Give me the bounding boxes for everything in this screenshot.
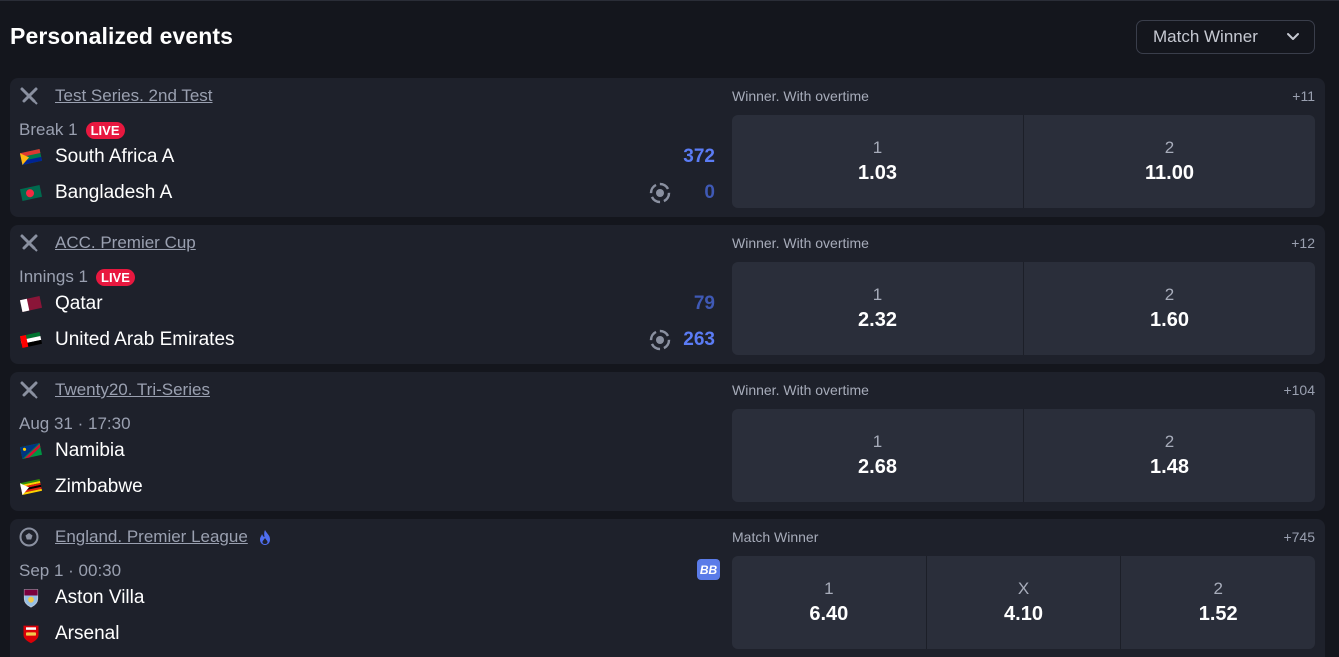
- odd-button[interactable]: 1 6.40: [732, 556, 926, 649]
- team-name: Bangladesh A: [55, 182, 173, 203]
- market-name: Winner. With overtime: [732, 88, 869, 104]
- batting-indicator-icon: [649, 182, 671, 204]
- odd-value: 1.60: [1150, 309, 1189, 331]
- odds-group: 1 1.03 2 11.00: [732, 115, 1315, 208]
- team-row: Aston Villa: [19, 585, 144, 611]
- team-name: Aston Villa: [55, 587, 145, 608]
- team-name: South Africa A: [55, 146, 175, 167]
- event-status: Sep 1 · 00:30: [19, 561, 121, 581]
- event-start-time: Sep 1 · 00:30: [19, 561, 122, 580]
- event-card[interactable]: England. Premier League Sep 1 · 00:30 BB…: [10, 519, 1325, 657]
- league-link[interactable]: England. Premier League: [55, 527, 248, 547]
- zimbabwe-flag-icon: [19, 479, 43, 495]
- south-africa-flag-icon: [19, 149, 43, 165]
- event-card[interactable]: Twenty20. Tri-Series Aug 31 · 17:30 Nami…: [10, 372, 1325, 511]
- team-score: 0: [704, 182, 715, 203]
- market-type-dropdown[interactable]: Match Winner: [1136, 20, 1315, 54]
- league-link[interactable]: ACC. Premier Cup: [55, 233, 196, 253]
- team-row: South Africa A: [19, 144, 174, 170]
- odd-label: 1: [872, 138, 883, 157]
- team-name: Arsenal: [55, 623, 120, 644]
- team-score: 372: [683, 146, 715, 167]
- event-status: Aug 31 · 17:30: [19, 414, 131, 434]
- league-link[interactable]: Test Series. 2nd Test: [55, 86, 213, 106]
- uae-flag-icon: [19, 332, 43, 348]
- odd-value: 1.48: [1150, 456, 1189, 478]
- event-start-time: Aug 31 · 17:30: [19, 414, 131, 433]
- odd-button[interactable]: 1 2.68: [732, 409, 1023, 502]
- market-name: Winner. With overtime: [732, 235, 869, 251]
- team-name: Namibia: [55, 440, 125, 461]
- more-markets-link[interactable]: +745: [1283, 529, 1315, 545]
- cricket-icon: [20, 234, 38, 252]
- odds-group: 1 2.68 2 1.48: [732, 409, 1315, 502]
- more-markets-link[interactable]: +12: [1291, 235, 1315, 251]
- odd-value: 2.68: [858, 456, 897, 478]
- live-badge: LIVE: [96, 268, 135, 286]
- live-badge: LIVE: [85, 121, 125, 139]
- odd-label: 2: [1164, 138, 1175, 157]
- market-type-dropdown-label: Match Winner: [1153, 27, 1258, 46]
- team-row: United Arab Emirates: [19, 327, 235, 353]
- page-title: Personalized events: [10, 23, 234, 49]
- odd-label: 1: [872, 285, 883, 304]
- event-status: Break 1 LIVE: [19, 120, 125, 140]
- odd-button[interactable]: X 4.10: [925, 556, 1121, 649]
- batting-indicator-icon: [649, 329, 671, 351]
- odd-label: 1: [824, 579, 834, 598]
- league-link[interactable]: Twenty20. Tri-Series: [55, 380, 210, 400]
- bet-builder-badge[interactable]: BB: [697, 559, 720, 580]
- odd-label: 2: [1164, 432, 1175, 451]
- event-period: Innings 1: [19, 267, 88, 286]
- odd-value: 1.03: [858, 162, 897, 184]
- odd-value: 6.40: [809, 603, 849, 625]
- chevron-down-icon: [1287, 33, 1299, 40]
- odds-group: 1 2.32 2 1.60: [732, 262, 1315, 355]
- cricket-icon: [20, 87, 38, 105]
- fire-icon: [260, 530, 270, 545]
- event-period: Break 1: [19, 120, 78, 139]
- header: Personalized events Match Winner: [10, 20, 1315, 59]
- team-name: Qatar: [55, 293, 103, 314]
- event-card[interactable]: ACC. Premier Cup Innings 1 LIVE Qatar Un…: [10, 225, 1325, 364]
- odd-label: 1: [872, 432, 883, 451]
- odds-group: 1 6.40 X 4.10 2 1.52: [732, 556, 1315, 649]
- odd-button[interactable]: 2 11.00: [1023, 115, 1315, 208]
- bangladesh-flag-icon: [19, 185, 43, 201]
- event-status: Innings 1 LIVE: [19, 267, 135, 287]
- odd-value: 4.10: [1004, 603, 1043, 625]
- aston-villa-crest-icon: [23, 589, 39, 608]
- personalized-events-page: Personalized events Match Winner Test Se…: [0, 0, 1339, 657]
- arsenal-crest-icon: [23, 625, 39, 644]
- team-row: Namibia: [19, 438, 125, 464]
- team-score: 263: [683, 329, 715, 350]
- team-name: United Arab Emirates: [55, 329, 235, 350]
- more-markets-link[interactable]: +11: [1292, 88, 1315, 104]
- team-row: Qatar: [19, 291, 103, 317]
- odd-button[interactable]: 2 1.48: [1023, 409, 1315, 502]
- cricket-icon: [20, 381, 38, 399]
- odd-button[interactable]: 1 1.03: [732, 115, 1023, 208]
- odd-value: 1.52: [1198, 603, 1238, 625]
- market-name: Match Winner: [732, 529, 819, 545]
- event-card[interactable]: Test Series. 2nd Test Break 1 LIVE South…: [10, 78, 1325, 217]
- more-markets-link[interactable]: +104: [1283, 382, 1315, 398]
- qatar-flag-icon: [19, 296, 43, 312]
- odd-button[interactable]: 2 1.52: [1120, 556, 1315, 649]
- team-score: 79: [693, 293, 715, 314]
- odd-value: 11.00: [1145, 162, 1194, 184]
- odd-button[interactable]: 1 2.32: [732, 262, 1023, 355]
- team-name: Zimbabwe: [55, 476, 143, 497]
- odd-value: 2.32: [858, 309, 897, 331]
- odd-label: 2: [1213, 579, 1223, 598]
- team-row: Zimbabwe: [19, 474, 143, 500]
- football-icon: [19, 527, 39, 547]
- odd-label: 2: [1164, 285, 1175, 304]
- odd-label: X: [1017, 579, 1030, 598]
- namibia-flag-icon: [19, 443, 43, 459]
- team-row: Bangladesh A: [19, 180, 172, 206]
- market-name: Winner. With overtime: [732, 382, 869, 398]
- team-row: Arsenal: [19, 621, 119, 647]
- odd-button[interactable]: 2 1.60: [1023, 262, 1315, 355]
